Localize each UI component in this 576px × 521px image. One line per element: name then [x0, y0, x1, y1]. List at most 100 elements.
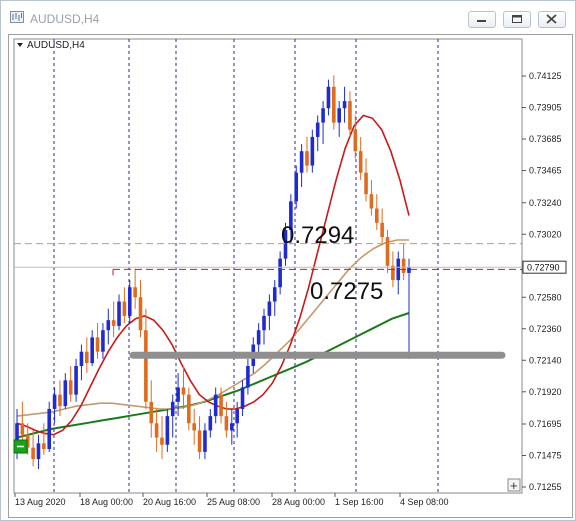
- y-tick-label: 0.71695: [529, 419, 562, 429]
- candle-body: [42, 443, 46, 450]
- maximize-button[interactable]: [503, 11, 531, 28]
- x-tick-label: 1 Sep 16:00: [335, 497, 384, 507]
- candle-body: [58, 394, 62, 407]
- plus-icon: +: [510, 478, 518, 493]
- candle-body: [165, 416, 170, 445]
- candle-body: [47, 408, 52, 450]
- candle-body: [160, 437, 164, 445]
- candle: [385, 229, 390, 273]
- candle: [240, 380, 245, 417]
- candle: [197, 416, 202, 460]
- candle-body: [369, 194, 374, 209]
- candle-body: [68, 380, 73, 395]
- candle-body: [272, 287, 277, 302]
- y-tick-label: 0.73905: [529, 103, 562, 113]
- candle-body: [197, 430, 202, 452]
- candle-body: [52, 394, 57, 409]
- symbol-dropdown-icon[interactable]: [17, 43, 23, 47]
- x-tick-label: 28 Aug 00:00: [272, 497, 325, 507]
- chart-area[interactable]: 0.7294 0.7275 AUDUSD,H4 0.74125 0.73905 0.7…: [8, 34, 573, 518]
- candle-body: [299, 151, 304, 173]
- candle: [299, 144, 304, 188]
- candle: [337, 101, 341, 137]
- plot-frame: [13, 38, 523, 494]
- candle-body: [138, 297, 143, 331]
- candle-body: [278, 258, 282, 288]
- candle: [42, 423, 46, 455]
- minimize-icon: [477, 20, 486, 22]
- candle: [396, 251, 401, 295]
- candle: [122, 287, 127, 324]
- candle-body: [208, 416, 213, 431]
- candle-body: [235, 408, 239, 424]
- x-tick-label: 4 Sep 08:00: [400, 497, 449, 507]
- minimize-button[interactable]: [468, 11, 496, 28]
- chart-window-icon: [10, 11, 24, 23]
- candle-body: [305, 151, 309, 166]
- candle-body: [144, 330, 148, 402]
- candle: [262, 308, 266, 345]
- candle: [192, 408, 197, 445]
- candle: [176, 373, 180, 417]
- candle-body: [353, 129, 358, 152]
- candle: [106, 308, 111, 345]
- price-chart[interactable]: 0.7294 0.7275 AUDUSD,H4 0.74125 0.73905 0.7…: [9, 35, 572, 517]
- candle-body: [407, 267, 411, 273]
- candle: [374, 194, 379, 230]
- candle-body: [391, 265, 395, 281]
- candle-body: [380, 222, 384, 238]
- y-tick-label: 0.72140: [529, 355, 562, 365]
- candle: [36, 434, 41, 470]
- candle-body: [187, 394, 191, 424]
- candle: [20, 401, 25, 445]
- close-button[interactable]: [538, 11, 566, 28]
- candle-body: [374, 208, 379, 223]
- candle-body: [106, 320, 111, 331]
- candle: [47, 401, 52, 452]
- candle: [278, 251, 282, 295]
- candle-body: [364, 172, 368, 195]
- y-tick-label: 0.74125: [529, 71, 562, 81]
- candle-body: [15, 423, 19, 441]
- candle: [315, 115, 320, 152]
- candle-body: [256, 330, 261, 345]
- candle: [160, 416, 164, 460]
- candle: [144, 308, 148, 409]
- candle: [348, 91, 352, 137]
- candle: [95, 323, 100, 359]
- x-tick-label: 25 Aug 08:00: [207, 497, 260, 507]
- candle-body: [170, 401, 175, 417]
- candle: [111, 301, 116, 338]
- candle: [117, 294, 121, 331]
- candle: [224, 401, 229, 438]
- candle-body: [63, 380, 68, 407]
- title-bar[interactable]: AUDUSD,H4: [1, 1, 575, 33]
- candle-body: [219, 394, 223, 417]
- candle-body: [79, 351, 84, 367]
- candle-body: [348, 101, 352, 130]
- candle-body: [192, 423, 197, 431]
- candle-body: [262, 315, 266, 331]
- price-annotation: 0.7275: [310, 278, 383, 305]
- candle: [154, 408, 159, 452]
- price-annotation: 0.7294: [281, 222, 354, 249]
- candle-body: [267, 301, 272, 316]
- candle: [85, 337, 89, 374]
- candle-body: [326, 86, 331, 109]
- candle-body: [111, 320, 116, 326]
- candle: [272, 280, 277, 316]
- candle: [187, 387, 191, 431]
- candle-body: [240, 387, 245, 409]
- y-tick-label: 0.73685: [529, 134, 562, 144]
- current-price-label: 0.72790: [527, 263, 560, 273]
- x-tick-label: 20 Aug 16:00: [143, 497, 196, 507]
- candle-body: [31, 447, 35, 460]
- y-tick-label: 0.71255: [529, 482, 562, 492]
- candle: [149, 380, 154, 438]
- candle: [203, 423, 207, 460]
- candle-body: [85, 351, 89, 364]
- candle-body: [20, 423, 25, 435]
- candle-body: [358, 151, 363, 173]
- y-tick-label: 0.72360: [529, 324, 562, 334]
- candle-body: [385, 237, 390, 266]
